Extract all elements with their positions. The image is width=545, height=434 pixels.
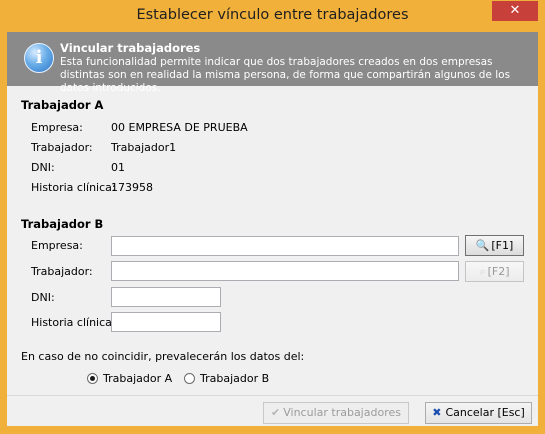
worker-b-empresa-label: Empresa: <box>31 239 83 252</box>
info-banner: i Vincular trabajadores Esta funcionalid… <box>7 32 538 94</box>
worker-b-empresa-input[interactable] <box>111 236 459 256</box>
close-button[interactable]: ✕ <box>492 1 538 21</box>
radio-unselected-indicator[interactable] <box>184 373 195 384</box>
radio-trabajador-b[interactable]: Trabajador B <box>184 372 269 385</box>
worker-a-trabajador-label: Trabajador: <box>31 141 93 154</box>
dialog-window: Establecer vínculo entre trabajadores ✕ … <box>0 0 545 434</box>
radio-trabajador-a[interactable]: Trabajador A <box>87 372 172 385</box>
cancel-x-icon: ✖ <box>432 406 442 419</box>
worker-b-dni-input[interactable] <box>111 287 221 307</box>
search-trabajador-label: [F2] <box>487 265 510 278</box>
priority-question: En caso de no coincidir, prevalecerán lo… <box>21 350 305 363</box>
magnifier-icon: 🔍 <box>475 239 490 252</box>
window-title: Establecer vínculo entre trabajadores <box>136 7 409 23</box>
worker-b-historia-label: Historia clínica: <box>31 316 116 329</box>
dialog-body: i Vincular trabajadores Esta funcionalid… <box>7 32 538 426</box>
worker-b-dni-label: DNI: <box>31 291 55 304</box>
radio-selected-indicator[interactable] <box>87 373 98 384</box>
link-workers-button[interactable]: ✔ Vincular trabajadores <box>263 402 409 424</box>
worker-b-historia-input[interactable] <box>111 312 221 332</box>
worker-a-historia-value: 173958 <box>111 181 153 194</box>
worker-a-historia-label: Historia clínica: <box>31 181 116 194</box>
worker-a-dni-value: 01 <box>111 161 125 174</box>
cancel-button[interactable]: ✖ Cancelar [Esc] <box>425 402 532 424</box>
cancel-label: Cancelar [Esc] <box>445 406 525 419</box>
radio-trabajador-a-label: Trabajador A <box>103 372 173 385</box>
worker-b-trabajador-input[interactable] <box>111 261 459 281</box>
footer-divider <box>7 395 538 396</box>
title-bar[interactable]: Establecer vínculo entre trabajadores ✕ <box>0 0 545 32</box>
radio-trabajador-b-label: Trabajador B <box>200 372 270 385</box>
worker-b-title: Trabajador B <box>21 217 104 231</box>
search-trabajador-button[interactable]: ⌕ [F2] <box>465 261 524 282</box>
checkmark-icon: ✔ <box>271 406 281 419</box>
banner-text: Esta funcionalidad permite indicar que d… <box>60 56 511 94</box>
worker-a-title: Trabajador A <box>21 98 104 112</box>
worker-a-trabajador-value: Trabajador1 <box>111 141 177 154</box>
worker-b-trabajador-label: Trabajador: <box>31 265 93 278</box>
link-workers-label: Vincular trabajadores <box>283 406 401 419</box>
worker-a-empresa-label: Empresa: <box>31 121 83 134</box>
search-empresa-button[interactable]: 🔍 [F1] <box>465 235 524 256</box>
banner-title: Vincular trabajadores <box>60 41 201 55</box>
worker-a-dni-label: DNI: <box>31 161 55 174</box>
info-icon: i <box>24 43 54 73</box>
search-empresa-label: [F1] <box>491 239 514 252</box>
worker-a-empresa-value: 00 EMPRESA DE PRUEBA <box>111 121 248 134</box>
magnifier-icon: ⌕ <box>479 265 486 278</box>
